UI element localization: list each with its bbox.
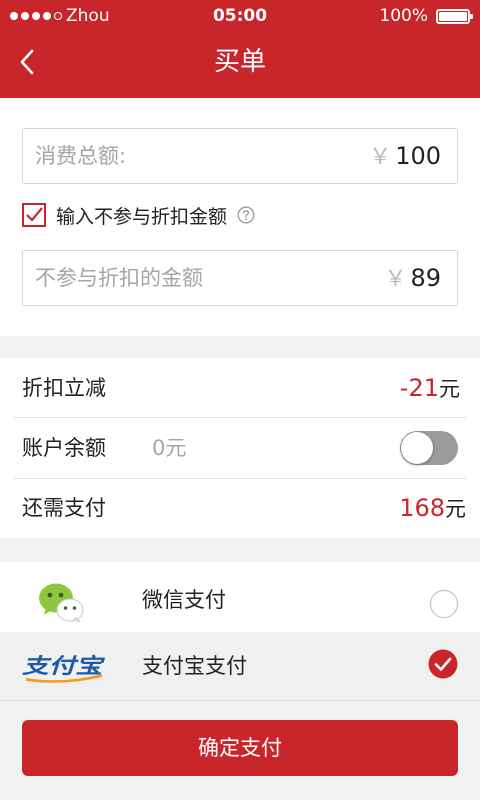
total-amount-field[interactable]: 消费总额: ￥ 100 <box>22 128 458 184</box>
payment-option-alipay[interactable]: 支付宝 支付宝支付 <box>0 632 480 700</box>
amount-due-value: 168 <box>399 494 445 522</box>
app-header: Zhou 05:00 100% 买单 <box>0 0 480 98</box>
exclude-discount-row: 输入不参与折扣金额 <box>22 200 255 230</box>
summary-section: 折扣立减 -21元 账户余额 0元 还需支付 168元 <box>0 358 480 538</box>
radio-unchecked-icon[interactable] <box>430 590 458 618</box>
battery-icon <box>436 9 473 24</box>
discount-unit: 元 <box>439 377 460 401</box>
alipay-logo-icon: 支付宝 <box>22 654 106 683</box>
discount-value: -21 <box>399 374 439 402</box>
total-amount-label: 消费总额: <box>35 144 127 168</box>
currency-symbol: ￥ <box>369 145 392 170</box>
battery-percent: 100% <box>379 6 428 26</box>
exclude-discount-label: 输入不参与折扣金额 <box>56 205 228 228</box>
exclude-amount-placeholder: 不参与折扣的金额 <box>35 266 203 290</box>
payment-name-alipay: 支付宝支付 <box>142 654 247 678</box>
divider <box>0 700 480 701</box>
wechat-logo-icon <box>39 583 84 622</box>
payment-name-wechat: 微信支付 <box>142 588 226 612</box>
checkmark-icon <box>26 207 43 222</box>
total-amount-value-wrap: ￥ 100 <box>369 129 441 185</box>
balance-row: 账户余额 0元 <box>0 418 480 478</box>
amount-section: 消费总额: ￥ 100 输入不参与折扣金额 不参与折扣的金额 ￥ 89 <box>0 98 480 336</box>
discount-label: 折扣立减 <box>22 376 106 400</box>
exclude-discount-checkbox[interactable] <box>22 203 46 227</box>
amount-due: 168元 <box>399 478 466 539</box>
balance-label: 账户余额 <box>22 436 106 460</box>
alipay-logo-text: 支付宝 <box>22 654 106 678</box>
balance-toggle[interactable] <box>400 431 458 465</box>
help-icon[interactable] <box>237 206 255 224</box>
discount-amount: -21元 <box>400 358 460 419</box>
balance-value: 0元 <box>152 436 187 460</box>
currency-symbol: ￥ <box>384 267 407 292</box>
exclude-amount-field[interactable]: 不参与折扣的金额 ￥ 89 <box>22 250 458 306</box>
toggle-knob <box>401 432 433 464</box>
status-bar: Zhou 05:00 100% <box>0 0 480 32</box>
payment-option-wechat[interactable]: 微信支付 <box>0 566 480 634</box>
exclude-amount-value: 89 <box>410 264 441 292</box>
amount-due-row: 还需支付 168元 <box>0 478 480 538</box>
exclude-amount-value-wrap: ￥ 89 <box>384 251 441 307</box>
payment-methods: 微信支付 支付宝 支付宝支付 <box>0 562 480 700</box>
confirm-payment-button[interactable]: 确定支付 <box>22 720 458 776</box>
radio-checked-icon[interactable] <box>428 649 458 679</box>
amount-due-unit: 元 <box>445 497 466 521</box>
total-amount-value: 100 <box>395 142 441 170</box>
discount-row: 折扣立减 -21元 <box>0 358 480 418</box>
amount-due-label: 还需支付 <box>22 496 106 520</box>
page-title: 买单 <box>213 47 266 77</box>
